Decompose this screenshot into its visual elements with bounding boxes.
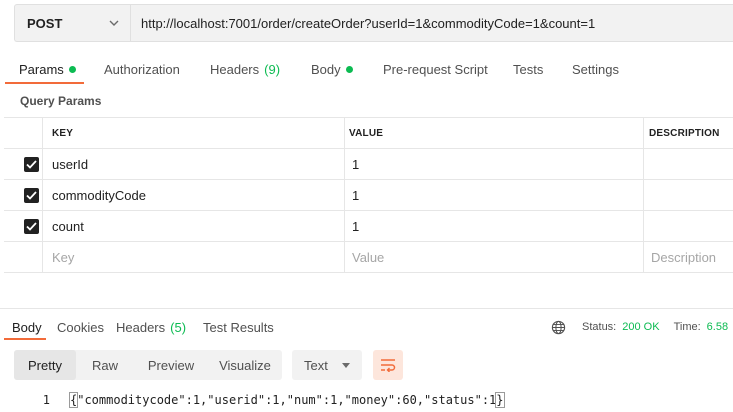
checkbox-checked-icon[interactable] [24, 157, 39, 172]
active-tab-underline [5, 82, 84, 84]
new-description-input[interactable]: Description [651, 242, 716, 273]
param-value[interactable]: 1 [352, 180, 359, 211]
tab-label: Authorization [104, 61, 180, 77]
time-label: Time: [673, 321, 701, 333]
table-row-new: Key Value Description [4, 242, 733, 273]
param-value[interactable]: 1 [352, 211, 359, 242]
response-body-line: 1 {"commoditycode":1,"userid":1,"num":1,… [0, 391, 733, 409]
format-toggle: Pretty Raw Preview Visualize [14, 350, 282, 380]
response-json: "commoditycode":1,"userid":1,"num":1,"mo… [77, 393, 497, 407]
format-visualize-button[interactable]: Visualize [208, 350, 282, 380]
checkbox-checked-icon[interactable] [24, 188, 39, 203]
brace-close: } [495, 392, 505, 408]
new-value-input[interactable]: Value [352, 242, 384, 273]
column-header-value: VALUE [349, 128, 384, 139]
status-dot-icon [68, 65, 76, 73]
response-tab-body[interactable]: Body [4, 314, 46, 340]
request-tabs: Params Authorization Headers (9) Body Pre… [0, 54, 733, 84]
checkbox-checked-icon[interactable] [24, 219, 39, 234]
tab-label: Params [19, 61, 64, 77]
table-row: userId 1 [4, 149, 733, 180]
time-value[interactable]: 6.58 [707, 321, 728, 333]
format-pretty-button[interactable]: Pretty [14, 350, 76, 380]
response-tab-test-results[interactable]: Test Results [203, 314, 274, 340]
param-value[interactable]: 1 [352, 149, 359, 180]
param-key[interactable]: commodityCode [52, 180, 146, 211]
tab-pre-request-script[interactable]: Pre-request Script [383, 54, 488, 84]
status-dot-icon [345, 65, 353, 73]
tab-label: Body [12, 319, 42, 335]
url-text: http://localhost:7001/order/createOrder?… [141, 15, 596, 31]
caret-down-icon [342, 362, 350, 368]
wrap-lines-icon [380, 358, 396, 372]
tab-count: (5) [170, 319, 187, 335]
url-input[interactable]: http://localhost:7001/order/createOrder?… [130, 4, 733, 42]
wrap-lines-button[interactable] [373, 350, 403, 380]
param-key[interactable]: count [52, 211, 84, 242]
tab-body[interactable]: Body [311, 54, 353, 84]
tab-headers[interactable]: Headers (9) [210, 54, 280, 84]
response-status: Status: 200 OK Time: 6.58 [551, 314, 728, 340]
status-value[interactable]: 200 OK [622, 321, 659, 333]
tab-settings[interactable]: Settings [572, 54, 619, 84]
status-label: Status: [582, 321, 617, 333]
tab-label: Body [311, 61, 341, 77]
globe-icon[interactable] [551, 320, 566, 335]
tab-count: (9) [264, 61, 281, 77]
response-tab-headers[interactable]: Headers (5) [116, 314, 186, 340]
params-table: KEY VALUE DESCRIPTION userId 1 commodity… [4, 117, 733, 273]
body-type-label: Text [304, 357, 328, 373]
tab-label: Headers [116, 319, 166, 335]
method-select[interactable]: POST [14, 4, 130, 42]
tab-label: Settings [572, 61, 619, 77]
table-row: commodityCode 1 [4, 180, 733, 211]
param-key[interactable]: userId [52, 149, 88, 180]
tab-label: Test Results [203, 319, 274, 335]
tab-label: Headers [210, 61, 260, 77]
table-row: count 1 [4, 211, 733, 242]
column-header-description: DESCRIPTION [649, 128, 720, 139]
format-preview-button[interactable]: Preview [134, 350, 208, 380]
tab-params[interactable]: Params [5, 54, 84, 84]
table-header-row: KEY VALUE DESCRIPTION [4, 118, 733, 149]
body-type-select[interactable]: Text [292, 350, 362, 380]
response-tab-cookies[interactable]: Cookies [57, 314, 104, 340]
query-params-title: Query Params [20, 94, 102, 108]
format-raw-button[interactable]: Raw [76, 350, 134, 380]
response-body-text[interactable]: {"commoditycode":1,"userid":1,"num":1,"m… [68, 392, 505, 408]
request-bar: POST http://localhost:7001/order/createO… [14, 4, 733, 42]
active-tab-underline [4, 338, 46, 340]
line-number: 1 [42, 393, 50, 407]
method-label: POST [27, 15, 63, 31]
tab-label: Cookies [57, 319, 104, 335]
tab-authorization[interactable]: Authorization [104, 54, 180, 84]
response-divider[interactable] [0, 308, 733, 309]
tab-label: Tests [513, 61, 544, 77]
tab-tests[interactable]: Tests [513, 54, 543, 84]
chevron-down-icon [108, 17, 120, 29]
column-header-key: KEY [52, 128, 74, 139]
new-key-input[interactable]: Key [52, 242, 74, 273]
tab-label: Pre-request Script [383, 61, 488, 77]
